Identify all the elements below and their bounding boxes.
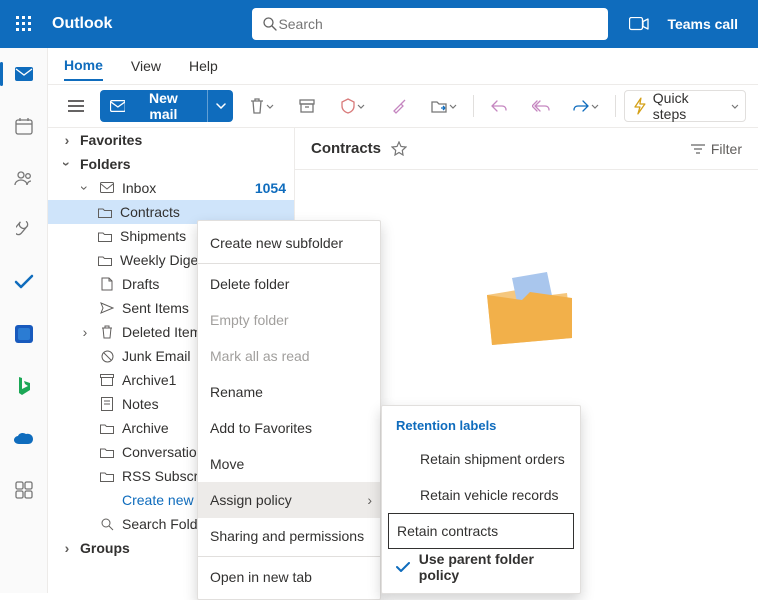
hamburger-icon[interactable] bbox=[60, 90, 92, 122]
new-mail-label: New mail bbox=[133, 90, 193, 122]
ctx-rename[interactable]: Rename bbox=[198, 374, 380, 410]
app-launcher-icon[interactable] bbox=[0, 16, 48, 32]
retention-header: Retention labels bbox=[382, 414, 580, 441]
search-icon bbox=[262, 16, 278, 32]
folder-inbox[interactable]: ›Inbox1054 bbox=[48, 176, 294, 200]
inbox-icon bbox=[98, 182, 116, 194]
lightning-icon bbox=[633, 97, 647, 115]
app-name: Outlook bbox=[52, 15, 112, 33]
folder-icon bbox=[96, 207, 114, 218]
reply-button[interactable] bbox=[482, 90, 516, 122]
folder-icon bbox=[98, 423, 116, 434]
new-mail-group: New mail bbox=[100, 90, 233, 122]
new-mail-dropdown[interactable] bbox=[207, 90, 233, 122]
folders-section[interactable]: ›Folders bbox=[48, 152, 294, 176]
junk-icon bbox=[98, 350, 116, 363]
chevron-right-icon: › bbox=[60, 540, 74, 556]
ctx-open-new-tab[interactable]: Open in new tab bbox=[198, 559, 380, 595]
trash-icon bbox=[98, 325, 116, 339]
filter-label: Filter bbox=[711, 141, 742, 157]
command-row: New mail Quick steps bbox=[48, 84, 758, 128]
filter-button[interactable]: Filter bbox=[691, 141, 742, 157]
retention-submenu: Retention labels Retain shipment orders … bbox=[381, 405, 581, 594]
video-icon[interactable] bbox=[629, 17, 649, 31]
ctx-add-favorites[interactable]: Add to Favorites bbox=[198, 410, 380, 446]
report-button[interactable] bbox=[332, 90, 374, 122]
chevron-down-icon bbox=[731, 104, 739, 109]
search-box[interactable] bbox=[252, 8, 608, 40]
chevron-down-icon: › bbox=[59, 157, 75, 171]
chevron-right-icon: › bbox=[60, 132, 74, 148]
sweep-button[interactable] bbox=[382, 90, 416, 122]
quick-steps-button[interactable]: Quick steps bbox=[624, 90, 746, 122]
search-input[interactable] bbox=[278, 16, 598, 32]
favorites-section[interactable]: ›Favorites bbox=[48, 128, 294, 152]
message-list-header: Contracts Filter bbox=[295, 128, 758, 170]
rail-todo[interactable] bbox=[0, 260, 48, 304]
ribbon: Home View Help New mail Quick steps bbox=[48, 48, 758, 128]
rail-calendar[interactable] bbox=[0, 104, 48, 148]
rail-mail[interactable] bbox=[0, 52, 48, 96]
filter-icon bbox=[691, 144, 705, 154]
rail-people[interactable] bbox=[0, 156, 48, 200]
archive-button[interactable] bbox=[291, 90, 325, 122]
retention-use-parent[interactable]: Use parent folder policy bbox=[382, 549, 580, 585]
retention-contracts[interactable]: Retain contracts bbox=[388, 513, 574, 549]
folder-title: Contracts bbox=[311, 140, 381, 157]
rail-onedrive[interactable] bbox=[0, 416, 48, 460]
notes-icon bbox=[98, 397, 116, 411]
separator bbox=[198, 263, 380, 264]
suite-bar: Outlook Teams call bbox=[0, 0, 758, 48]
new-mail-button[interactable]: New mail bbox=[100, 90, 208, 122]
tab-help[interactable]: Help bbox=[189, 52, 218, 80]
rail-files[interactable] bbox=[0, 208, 48, 252]
move-button[interactable] bbox=[423, 90, 465, 122]
ctx-delete-folder[interactable]: Delete folder bbox=[198, 266, 380, 302]
mail-icon bbox=[110, 100, 126, 112]
ctx-assign-policy[interactable]: Assign policy› bbox=[198, 482, 380, 518]
folder-icon bbox=[96, 255, 114, 266]
teams-call-link[interactable]: Teams call bbox=[667, 16, 738, 32]
folder-icon bbox=[96, 231, 114, 242]
separator bbox=[473, 95, 474, 117]
retention-vehicle[interactable]: Retain vehicle records bbox=[382, 477, 580, 513]
check-icon bbox=[396, 562, 411, 573]
suite-right: Teams call bbox=[629, 16, 758, 32]
tab-view[interactable]: View bbox=[131, 52, 161, 80]
sent-icon bbox=[98, 302, 116, 314]
chevron-right-icon: › bbox=[367, 492, 372, 508]
reply-all-button[interactable] bbox=[524, 90, 558, 122]
search-container bbox=[252, 8, 608, 40]
forward-button[interactable] bbox=[565, 90, 607, 122]
delete-button[interactable] bbox=[241, 90, 283, 122]
favorite-star-icon[interactable] bbox=[391, 141, 407, 156]
chevron-right-icon: › bbox=[78, 324, 92, 340]
tab-home[interactable]: Home bbox=[64, 51, 103, 81]
chevron-down-icon: › bbox=[77, 181, 93, 195]
ctx-move[interactable]: Move bbox=[198, 446, 380, 482]
folder-icon bbox=[98, 447, 116, 458]
ctx-mark-all-read: Mark all as read bbox=[198, 338, 380, 374]
separator bbox=[198, 556, 380, 557]
ctx-create-subfolder[interactable]: Create new subfolder bbox=[198, 225, 380, 261]
rail-bing[interactable] bbox=[0, 364, 48, 408]
ribbon-tabs: Home View Help bbox=[48, 48, 758, 84]
left-rail bbox=[0, 48, 48, 593]
unread-count: 1054 bbox=[255, 180, 294, 196]
rail-word[interactable] bbox=[0, 312, 48, 356]
quick-steps-label: Quick steps bbox=[653, 90, 725, 122]
ctx-sharing[interactable]: Sharing and permissions bbox=[198, 518, 380, 554]
ctx-empty-folder: Empty folder bbox=[198, 302, 380, 338]
folder-context-menu: Create new subfolder Delete folder Empty… bbox=[197, 220, 381, 600]
drafts-icon bbox=[98, 277, 116, 291]
rail-more-apps[interactable] bbox=[0, 468, 48, 512]
search-folder-icon bbox=[98, 518, 116, 531]
separator bbox=[615, 95, 616, 117]
folder-icon bbox=[98, 471, 116, 482]
archive-icon bbox=[98, 374, 116, 386]
retention-shipment[interactable]: Retain shipment orders bbox=[382, 441, 580, 477]
